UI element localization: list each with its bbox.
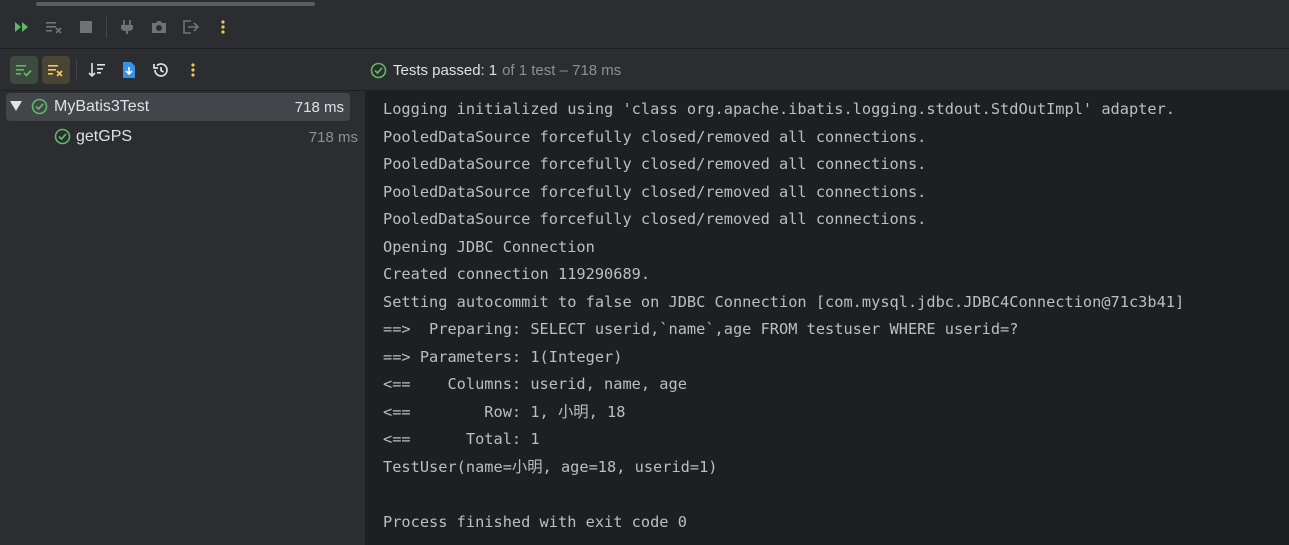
console-line: PooledDataSource forcefully closed/remov… bbox=[383, 155, 927, 173]
console-line: Logging initialized using 'class org.apa… bbox=[383, 100, 1176, 118]
console-line: PooledDataSource forcefully closed/remov… bbox=[383, 210, 927, 228]
stop-icon[interactable] bbox=[74, 15, 98, 39]
console-line: Setting autocommit to false on JDBC Conn… bbox=[383, 292, 1185, 311]
console-line: ==> Preparing: SELECT userid,`name`,age … bbox=[383, 320, 1019, 338]
tree-item-time: 718 ms bbox=[294, 98, 344, 116]
run-toolbar bbox=[0, 6, 1289, 49]
tree-item-mybatis3test[interactable]: MyBatis3Test 718 ms bbox=[6, 93, 350, 121]
test-tree-toolbar bbox=[0, 50, 366, 90]
exit-icon[interactable] bbox=[179, 15, 203, 39]
test-tree: MyBatis3Test 718 ms getGPS 718 ms bbox=[0, 91, 366, 545]
tree-item-getgps[interactable]: getGPS 718 ms bbox=[6, 123, 366, 151]
console-line: TestUser(name=小明, age=18, userid=1) bbox=[383, 457, 718, 476]
tests-summary: of 1 test – 718 ms bbox=[502, 61, 622, 79]
import-tests-icon[interactable] bbox=[115, 56, 143, 84]
check-circle-icon bbox=[31, 98, 48, 115]
console-line: Created connection 119290689. bbox=[383, 265, 651, 283]
check-circle-icon bbox=[370, 62, 387, 79]
rerun-failed-icon[interactable] bbox=[10, 15, 34, 39]
show-ignored-icon[interactable] bbox=[42, 56, 70, 84]
clear-list-icon[interactable] bbox=[42, 15, 66, 39]
console-line: <== Row: 1, 小明, 18 bbox=[383, 402, 626, 421]
more-options-icon[interactable] bbox=[211, 15, 235, 39]
plug-icon[interactable] bbox=[115, 15, 139, 39]
console-line: Opening JDBC Connection bbox=[383, 237, 595, 256]
sort-icon[interactable] bbox=[83, 56, 111, 84]
tree-item-label: getGPS bbox=[76, 128, 133, 145]
tests-passed-count: 1 bbox=[488, 61, 498, 79]
tree-item-label: MyBatis3Test bbox=[54, 98, 150, 115]
camera-icon[interactable] bbox=[147, 15, 171, 39]
console-line: <== Columns: userid, name, age bbox=[383, 375, 687, 393]
tests-passed-label: Tests passed: bbox=[393, 61, 485, 79]
show-passed-icon[interactable] bbox=[10, 56, 38, 84]
toolbar-separator bbox=[106, 16, 107, 38]
console-line: <== Total: 1 bbox=[383, 430, 540, 448]
console-line: ==> Parameters: 1(Integer) bbox=[383, 347, 623, 366]
console-line: PooledDataSource forcefully closed/remov… bbox=[383, 182, 927, 201]
console-output[interactable]: Logging initialized using 'class org.apa… bbox=[366, 91, 1289, 545]
expand-triangle-icon[interactable] bbox=[10, 101, 22, 112]
toolbar-separator bbox=[76, 59, 77, 81]
more-options-icon[interactable] bbox=[179, 56, 207, 84]
tree-item-time: 718 ms bbox=[308, 128, 358, 146]
check-circle-icon bbox=[54, 128, 71, 145]
test-status: Tests passed: 1 of 1 test – 718 ms bbox=[366, 50, 1289, 90]
console-line: PooledDataSource forcefully closed/remov… bbox=[383, 127, 927, 146]
history-icon[interactable] bbox=[147, 56, 175, 84]
console-line: Process finished with exit code 0 bbox=[383, 512, 687, 531]
